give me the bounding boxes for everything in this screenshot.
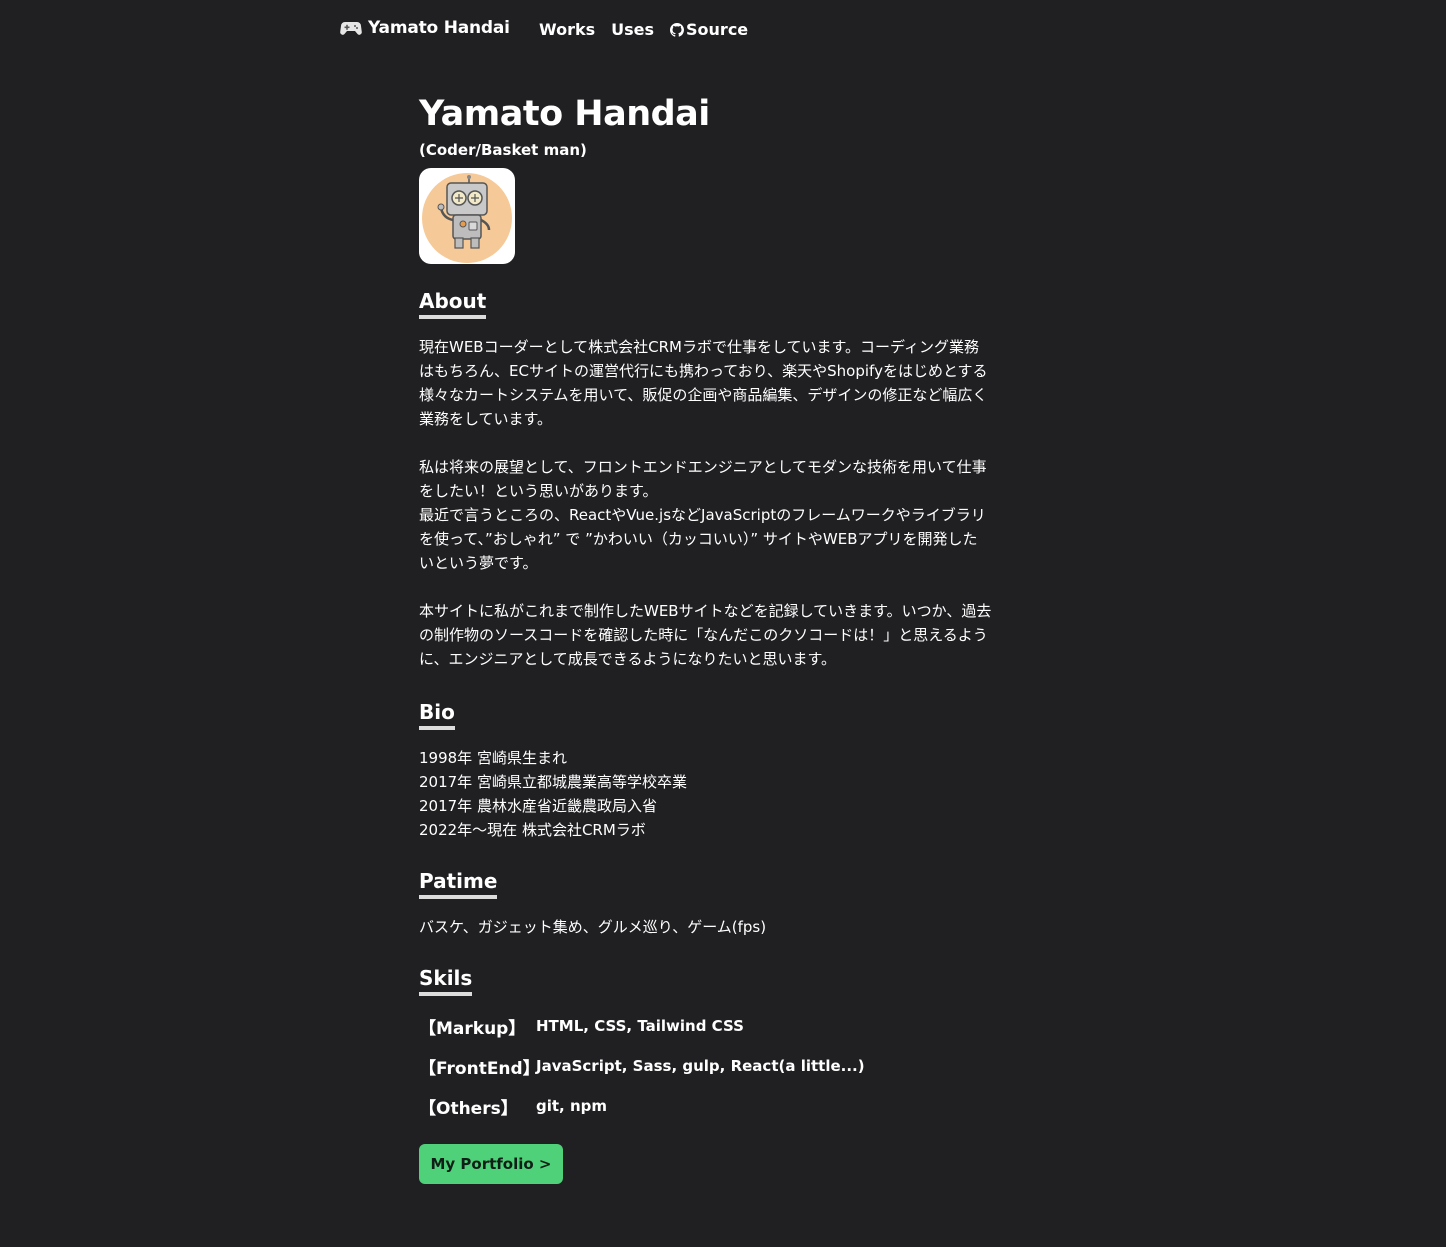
- skills-row-others: 【Others】 git, npm: [419, 1086, 1039, 1126]
- about-section: About 現在WEBコーダーとして株式会社CRMラボで仕事をしています。コーデ…: [419, 288, 1039, 671]
- gamepad-icon: [340, 22, 362, 35]
- skills-category: 【FrontEnd】: [419, 1058, 540, 1079]
- about-paragraph-1: 現在WEBコーダーとして株式会社CRMラボで仕事をしています。コーディング業務 …: [419, 335, 1029, 431]
- bio-item: 2022年〜現在 株式会社CRMラボ: [419, 821, 646, 839]
- about-heading: About: [419, 288, 487, 319]
- page-title: Yamato Handai: [419, 94, 710, 134]
- brand-link[interactable]: Yamato Handai: [340, 18, 510, 38]
- nav-link-works-label: Works: [539, 20, 596, 39]
- skills-row-frontend: 【FrontEnd】 JavaScript, Sass, gulp, React…: [419, 1046, 1039, 1086]
- about-body: 現在WEBコーダーとして株式会社CRMラボで仕事をしています。コーディング業務 …: [419, 335, 1039, 671]
- bio-item: 2017年 宮崎県立都城農業高等学校卒業: [419, 773, 687, 791]
- skills-section: Skils 【Markup】 HTML, CSS, Tailwind CSS 【…: [419, 965, 1039, 1126]
- about-paragraph-2: 私は将来の展望として、フロントエンドエンジニアとしてモダンな技術を用いて仕事 を…: [419, 455, 1029, 575]
- about-line: はもちろん、ECサイトの運営代行にも携わっており、楽天やShopifyをはじめと…: [419, 362, 988, 380]
- nav-links: Works Uses Source: [539, 20, 748, 39]
- about-line: 最近で言うところの、ReactやVue.jsなどJavaScriptのフレームワ…: [419, 506, 986, 524]
- about-line: をしたい！という思いがあります。: [419, 482, 658, 500]
- bio-item: 2017年 農林水産省近畿農政局入省: [419, 797, 657, 815]
- bio-heading: Bio: [419, 699, 455, 730]
- about-line: 本サイトに私がこれまで制作したWEBサイトなどを記録していきます。いつか、過去: [419, 602, 992, 620]
- nav-link-source[interactable]: Source: [670, 20, 748, 39]
- skills-heading: Skils: [419, 965, 473, 996]
- skills-category: 【Others】: [419, 1098, 518, 1119]
- about-line: を使って、”おしゃれ” で ”かわいい（カッコいい）” サイトやWEBアプリを開…: [419, 530, 978, 548]
- nav-link-source-label: Source: [686, 20, 749, 39]
- avatar: [419, 168, 515, 264]
- about-line: 様々なカートシステムを用いて、販促の企画や商品編集、デザインの修正など幅広く: [419, 386, 988, 404]
- about-line: に、エンジニアとして成長できるようになりたいと思います。: [419, 650, 837, 668]
- skills-list: 【Markup】 HTML, CSS, Tailwind CSS 【FrontE…: [419, 1006, 1039, 1126]
- bio-item: 1998年 宮崎県生まれ: [419, 749, 567, 767]
- nav-link-uses[interactable]: Uses: [611, 20, 654, 39]
- skills-value: JavaScript, Sass, gulp, React(a little..…: [536, 1057, 865, 1075]
- pastime-heading: Patime: [419, 868, 498, 899]
- about-line: 私は将来の展望として、フロントエンドエンジニアとしてモダンな技術を用いて仕事: [419, 458, 987, 476]
- brand-name: Yamato Handai: [368, 18, 510, 38]
- pastime-text: バスケ、ガジェット集め、グルメ巡り、ゲーム(fps): [419, 918, 767, 936]
- github-icon: [670, 22, 685, 37]
- skills-row-markup: 【Markup】 HTML, CSS, Tailwind CSS: [419, 1006, 1039, 1046]
- bio-list: 1998年 宮崎県生まれ 2017年 宮崎県立都城農業高等学校卒業 2017年 …: [419, 746, 1039, 842]
- nav-link-works[interactable]: Works: [539, 20, 595, 39]
- robot-avatar-icon: [422, 173, 512, 263]
- nav-link-uses-label: Uses: [611, 20, 655, 39]
- bio-section: Bio 1998年 宮崎県生まれ 2017年 宮崎県立都城農業高等学校卒業 20…: [419, 699, 1039, 842]
- about-line: の制作物のソースコードを確認した時に「なんだこのクソコードは！」と思えるよう: [419, 626, 988, 644]
- pastime-section: Patime バスケ、ガジェット集め、グルメ巡り、ゲーム(fps): [419, 868, 1039, 939]
- top-navbar: Yamato Handai Works Uses Source: [0, 0, 1446, 60]
- skills-category: 【Markup】: [419, 1018, 526, 1039]
- about-line: いという夢です。: [419, 554, 538, 572]
- profile-role: (Coder/Basket man): [419, 141, 587, 159]
- about-line: 業務をしています。: [419, 410, 553, 428]
- cta-wrapper: My Portfolio >: [419, 1144, 1039, 1184]
- about-paragraph-3: 本サイトに私がこれまで制作したWEBサイトなどを記録していきます。いつか、過去 …: [419, 599, 1029, 671]
- skills-value: git, npm: [536, 1097, 608, 1115]
- main-content: Yamato Handai (Coder/Basket man) About 現…: [419, 92, 1039, 1184]
- skills-value: HTML, CSS, Tailwind CSS: [536, 1017, 744, 1035]
- about-line: 現在WEBコーダーとして株式会社CRMラボで仕事をしています。コーディング業務: [419, 338, 979, 356]
- my-portfolio-button[interactable]: My Portfolio >: [419, 1144, 563, 1184]
